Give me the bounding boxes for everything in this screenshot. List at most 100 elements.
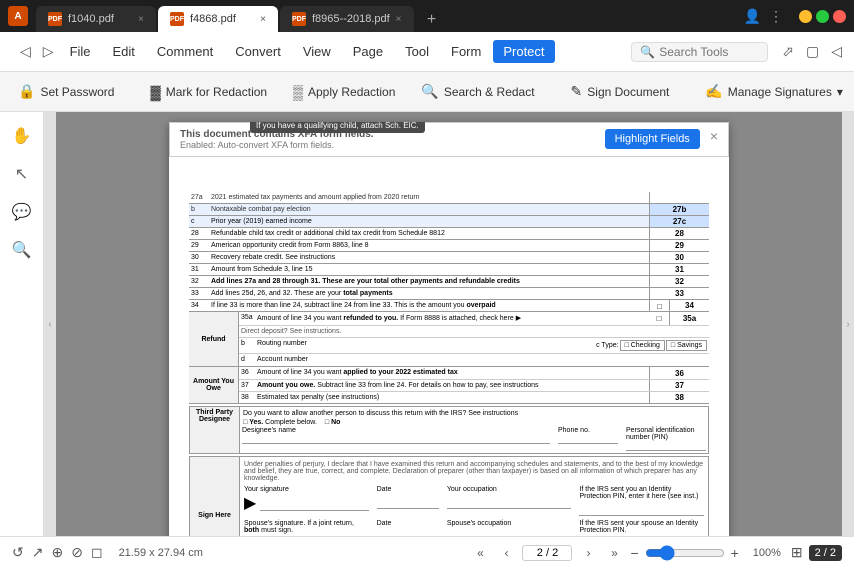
- share-icon[interactable]: ⬀: [778, 39, 798, 64]
- rotate-tool[interactable]: ↺: [12, 544, 24, 561]
- menu-comment[interactable]: Comment: [147, 40, 223, 63]
- row-label-28: Refundable child tax credit or additiona…: [209, 228, 649, 239]
- first-page-button[interactable]: «: [470, 543, 490, 563]
- fit-page-icon[interactable]: ⊞: [791, 544, 803, 561]
- arrow-tool[interactable]: ↗: [32, 544, 44, 561]
- apply-icon: ▒: [293, 84, 303, 100]
- maximize-button[interactable]: [816, 10, 829, 23]
- pdf-container[interactable]: If you have a qualifying child, attach S…: [56, 112, 842, 536]
- zoom-in-icon[interactable]: +: [731, 545, 739, 561]
- form-row-34: 34 If line 33 is more than line 24, subt…: [189, 300, 709, 312]
- title-bar-icons: 👤 ⋮: [744, 8, 783, 25]
- minus-tool[interactable]: ⊘: [71, 544, 83, 561]
- your-sig-label: Your signature: [244, 486, 369, 493]
- manage-signatures-button[interactable]: ✍ Manage Signatures ▾: [695, 79, 853, 104]
- menu-edit[interactable]: Edit: [103, 40, 145, 63]
- status-bar-right: « ‹ › » − + 100% ⊞ 2 / 2: [470, 543, 842, 563]
- menu-convert[interactable]: Convert: [225, 40, 291, 63]
- cursor-tool[interactable]: ↖: [6, 158, 38, 190]
- sign-here-content: Under penalties of perjury, I declare th…: [240, 457, 708, 536]
- menu-bar: ◁ ▷ File Edit Comment Convert View Page …: [0, 32, 854, 72]
- minimize-button[interactable]: [799, 10, 812, 23]
- search-tools[interactable]: 🔍: [631, 42, 768, 62]
- menu-view[interactable]: View: [293, 40, 341, 63]
- zoom-out-icon[interactable]: −: [630, 545, 638, 561]
- row-box-34: 34: [669, 300, 709, 311]
- expand-icon[interactable]: ▢: [802, 39, 823, 64]
- rect-tool[interactable]: ◻: [91, 544, 103, 561]
- last-page-button[interactable]: »: [604, 543, 624, 563]
- window-nav-icons: ⬀ ▢ ◁: [778, 39, 846, 64]
- date-label-2: Date: [377, 520, 439, 527]
- app-logo: A: [8, 6, 28, 26]
- label-37: Amount you owe. Subtract line 33 from li…: [255, 380, 649, 391]
- page-input[interactable]: [522, 545, 572, 561]
- title-bar: A PDF f1040.pdf × PDF f4868.pdf × PDF f8…: [0, 0, 854, 32]
- back-icon[interactable]: ◁: [16, 39, 35, 64]
- zoom-slider[interactable]: [645, 545, 725, 561]
- next-page-button[interactable]: ›: [578, 543, 598, 563]
- prev-page-button[interactable]: ‹: [496, 543, 516, 563]
- search-tool[interactable]: 🔍: [6, 234, 38, 266]
- spouse-occupation-field: Spouse's occupation: [447, 520, 572, 536]
- row-num-29: 29: [189, 240, 209, 251]
- menu-protect[interactable]: Protect: [493, 40, 554, 63]
- spouse-occupation-input: [447, 527, 572, 536]
- tab-label-1: f1040.pdf: [68, 13, 114, 25]
- forward-icon[interactable]: ▷: [39, 39, 58, 64]
- tab-1[interactable]: PDF f1040.pdf ×: [36, 6, 156, 32]
- your-sig-field: Your signature ▶: [244, 486, 369, 516]
- row-num-31: 31: [189, 264, 209, 275]
- row-box-30: 30: [649, 252, 709, 263]
- left-collapse-handle[interactable]: ‹: [44, 112, 56, 536]
- menu-page[interactable]: Page: [343, 40, 393, 63]
- row-check-34: □: [649, 300, 669, 311]
- highlight-fields-button[interactable]: Highlight Fields: [605, 129, 700, 149]
- search-redact-label: Search & Redact: [444, 85, 535, 99]
- date-field-1: Date: [377, 486, 439, 516]
- set-password-button[interactable]: 🔒 Set Password: [8, 79, 124, 104]
- direct-deposit-label: Direct deposit? See instructions.: [239, 326, 709, 338]
- mark-redaction-label: Mark for Redaction: [166, 85, 267, 99]
- menu-file[interactable]: File: [60, 40, 101, 63]
- tab-close-2[interactable]: ×: [260, 14, 266, 25]
- menu-form[interactable]: Form: [441, 40, 491, 63]
- occupation-field: Your occupation: [447, 486, 572, 516]
- form-row-32: 32 Add lines 27a and 28 through 31. Thes…: [189, 276, 709, 288]
- box-36: 36: [649, 367, 709, 379]
- tab-2[interactable]: PDF f4868.pdf ×: [158, 6, 278, 32]
- nav-back-icon[interactable]: ◁: [827, 39, 846, 64]
- label-38: Estimated tax penalty (see instructions): [255, 392, 649, 403]
- apply-redaction-button[interactable]: ▒ Apply Redaction: [283, 80, 405, 104]
- sign-document-button[interactable]: ✎ Sign Document: [561, 79, 680, 104]
- tooltip-box: If you have a qualifying child, attach S…: [250, 122, 425, 133]
- right-collapse-handle[interactable]: ›: [842, 112, 854, 536]
- row-num-34: 34: [189, 300, 209, 311]
- notification-close[interactable]: ×: [710, 129, 718, 143]
- refund-row-35a: 35a Amount of line 34 you want refunded …: [239, 312, 709, 326]
- row-box-27b: 27b: [649, 204, 709, 215]
- close-button[interactable]: [833, 10, 846, 23]
- tab-close-1[interactable]: ×: [138, 14, 144, 25]
- comment-tool[interactable]: 💬: [6, 196, 38, 228]
- tab-3[interactable]: PDF f8965--2018.pdf ×: [280, 6, 414, 32]
- tabs-container: PDF f1040.pdf × PDF f4868.pdf × PDF f896…: [36, 6, 736, 32]
- tab-pdf-icon-2: PDF: [170, 12, 184, 26]
- search-redact-button[interactable]: 🔍 Search & Redact: [411, 79, 544, 104]
- row-label-31: Amount from Schedule 3, line 15: [209, 264, 649, 275]
- row-box-33: 33: [649, 288, 709, 299]
- tab-close-3[interactable]: ×: [396, 14, 402, 25]
- tab-label-2: f4868.pdf: [190, 13, 236, 25]
- pdf-page: If you have a qualifying child, attach S…: [169, 122, 729, 536]
- num-38: 38: [239, 392, 255, 403]
- user-icon[interactable]: 👤: [744, 8, 761, 25]
- hand-tool[interactable]: ✋: [6, 120, 38, 152]
- tab-pdf-icon-3: PDF: [292, 12, 306, 26]
- snap-tool[interactable]: ⊕: [51, 544, 63, 561]
- menu-tool[interactable]: Tool: [395, 40, 439, 63]
- settings-icon[interactable]: ⋮: [769, 8, 783, 25]
- search-input[interactable]: [659, 45, 759, 59]
- mark-redaction-button[interactable]: ▓ Mark for Redaction: [140, 80, 277, 104]
- new-tab-button[interactable]: +: [420, 8, 444, 32]
- sign-document-label: Sign Document: [587, 85, 669, 99]
